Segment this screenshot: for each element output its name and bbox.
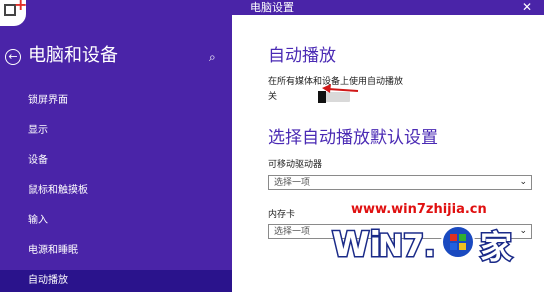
svg-text:N7.: N7. (378, 229, 435, 264)
close-icon[interactable]: ✕ (522, 0, 532, 15)
removable-drive-value: 选择一项 (274, 178, 311, 188)
search-icon[interactable]: ⌕ (209, 50, 216, 65)
toggle-state-label: 关 (268, 92, 278, 102)
svg-text:家: 家 (480, 228, 512, 266)
sidebar-title: 电脑和设备 (28, 45, 118, 66)
removable-drive-select[interactable]: 选择一项 ⌄ (268, 175, 532, 190)
red-arrow-annotation (322, 84, 359, 93)
back-button[interactable]: ← (5, 49, 21, 65)
watermark-url: www.win7zhijia.cn (351, 202, 487, 217)
sidebar-item-autoplay[interactable]: 自动播放 (0, 270, 232, 292)
window-title: 电脑设置 (250, 1, 294, 14)
memory-card-label: 内存卡 (268, 210, 296, 220)
sidebar-item-typing[interactable]: 输入 (0, 210, 232, 232)
removable-drive-label: 可移动驱动器 (268, 160, 323, 170)
sidebar: ← 电脑和设备 ⌕ 锁屏界面 显示 设备 鼠标和触摸板 输入 电源和睡眠 自动播… (0, 15, 232, 292)
sidebar-item-devices[interactable]: 设备 (0, 150, 232, 172)
sidebar-item-mouse-touchpad[interactable]: 鼠标和触摸板 (0, 180, 232, 202)
autoplay-heading: 自动播放 (268, 46, 336, 66)
app-icon: + (0, 0, 27, 26)
watermark-logo: Wi N7. 家 (331, 224, 514, 268)
sidebar-item-power-sleep[interactable]: 电源和睡眠 (0, 240, 232, 262)
chevron-down-icon: ⌄ (519, 177, 527, 187)
svg-text:Wi: Wi (332, 225, 381, 265)
sidebar-item-display[interactable]: 显示 (0, 120, 232, 142)
memory-card-value: 选择一项 (274, 227, 311, 237)
defaults-heading: 选择自动播放默认设置 (268, 128, 438, 148)
sidebar-item-lockscreen[interactable]: 锁屏界面 (0, 90, 232, 112)
title-bar: 电脑设置 ✕ (0, 0, 544, 15)
